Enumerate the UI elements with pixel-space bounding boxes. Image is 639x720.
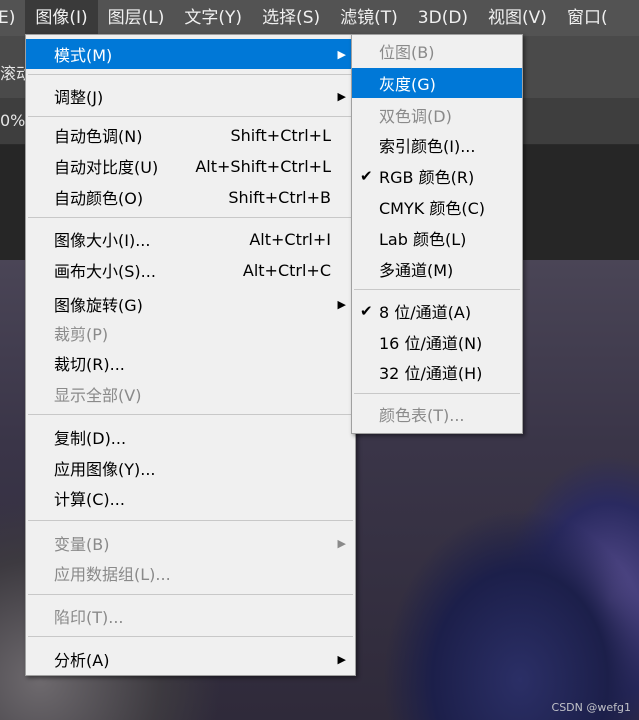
submenu-item-label: RGB 颜色(R)	[379, 168, 475, 187]
menu-item-image-size[interactable]: 图像大小(I)... Alt+Ctrl+I	[26, 224, 355, 254]
submenu-item-8bit[interactable]: ✔ 8 位/通道(A)	[352, 296, 522, 326]
menu-item-label: 调整(J)	[54, 88, 104, 107]
app-menubar: E) 图像(I) 图层(L) 文字(Y) 选择(S) 滤镜(T) 3D(D) 视…	[0, 0, 639, 36]
menu-item-shortcut: Alt+Ctrl+C	[242, 260, 331, 280]
submenu-item-label: 位图(B)	[379, 43, 435, 62]
menu-item-label: 应用图像(Y)...	[54, 460, 156, 479]
menubar-item-select[interactable]: 选择(S)	[252, 0, 330, 36]
menu-item-analysis[interactable]: 分析(A) ▶	[26, 644, 355, 674]
menu-item-shortcut: Shift+Ctrl+L	[230, 125, 331, 145]
submenu-item-label: 灰度(G)	[379, 75, 436, 94]
menu-item-canvas-size[interactable]: 画布大小(S)... Alt+Ctrl+C	[26, 255, 355, 285]
menu-item-label: 模式(M)	[54, 46, 113, 65]
menu-item-label: 复制(D)...	[54, 429, 127, 448]
submenu-item-label: CMYK 颜色(C)	[379, 199, 485, 218]
menu-item-shortcut: Shift+Ctrl+B	[228, 187, 331, 207]
menu-separator	[28, 636, 353, 637]
menu-separator	[28, 116, 353, 117]
menubar-item-layer[interactable]: 图层(L)	[98, 0, 175, 36]
submenu-item-label: 双色调(D)	[379, 107, 452, 126]
menu-separator	[28, 217, 353, 218]
menu-item-label: 应用数据组(L)...	[54, 565, 171, 584]
menubar-item-view[interactable]: 视图(V)	[478, 0, 557, 36]
submenu-item-multichannel[interactable]: 多通道(M)	[352, 254, 522, 284]
menu-item-auto-tone[interactable]: 自动色调(N) Shift+Ctrl+L	[26, 120, 355, 150]
menu-item-label: 计算(C)...	[54, 490, 125, 509]
menu-item-auto-color[interactable]: 自动颜色(O) Shift+Ctrl+B	[26, 182, 355, 212]
submenu-arrow-icon: ▶	[337, 297, 346, 311]
menu-item-trim[interactable]: 裁切(R)...	[26, 348, 355, 378]
menu-item-label: 图像大小(I)...	[54, 231, 151, 250]
menu-item-auto-contrast[interactable]: 自动对比度(U) Alt+Shift+Ctrl+L	[26, 151, 355, 181]
menu-separator	[28, 74, 353, 75]
menu-separator	[354, 393, 520, 394]
check-icon: ✔	[360, 302, 373, 320]
menu-item-label: 变量(B)	[54, 535, 110, 554]
submenu-arrow-icon: ▶	[337, 652, 346, 666]
menu-item-label: 显示全部(V)	[54, 386, 142, 405]
submenu-item-rgb-color[interactable]: ✔ RGB 颜色(R)	[352, 161, 522, 191]
menu-item-label: 分析(A)	[54, 651, 110, 670]
submenu-item-label: Lab 颜色(L)	[379, 230, 467, 249]
menu-item-trap[interactable]: 陷印(T)...	[26, 601, 355, 631]
menu-item-image-rotation[interactable]: 图像旋转(G) ▶	[26, 289, 355, 319]
menu-item-shortcut: Alt+Shift+Ctrl+L	[195, 156, 331, 176]
menubar-item-3d[interactable]: 3D(D)	[408, 0, 478, 36]
menu-item-label: 画布大小(S)...	[54, 262, 156, 281]
submenu-item-indexed-color[interactable]: 索引颜色(I)...	[352, 130, 522, 160]
submenu-item-duotone[interactable]: 双色调(D)	[352, 100, 522, 130]
menu-item-apply-data-set[interactable]: 应用数据组(L)...	[26, 558, 355, 588]
menubar-item-image[interactable]: 图像(I)	[25, 0, 98, 36]
menu-item-label: 陷印(T)...	[54, 608, 124, 627]
menu-separator	[354, 289, 520, 290]
menu-item-variables[interactable]: 变量(B) ▶	[26, 528, 355, 558]
menubar-item-window[interactable]: 窗口(	[557, 0, 618, 36]
submenu-item-label: 颜色表(T)...	[379, 406, 465, 425]
submenu-item-label: 32 位/通道(H)	[379, 364, 483, 383]
menubar-item-type[interactable]: 文字(Y)	[174, 0, 252, 36]
menu-item-adjustments[interactable]: 调整(J) ▶	[26, 81, 355, 111]
menu-item-calculations[interactable]: 计算(C)...	[26, 483, 355, 513]
submenu-item-grayscale[interactable]: 灰度(G)	[352, 68, 522, 98]
menubar-item-edit[interactable]: E)	[0, 0, 25, 36]
menu-item-label: 自动对比度(U)	[54, 158, 159, 177]
submenu-item-32bit[interactable]: 32 位/通道(H)	[352, 357, 522, 387]
menu-item-reveal-all[interactable]: 显示全部(V)	[26, 379, 355, 409]
submenu-item-16bit[interactable]: 16 位/通道(N)	[352, 327, 522, 357]
submenu-item-label: 索引颜色(I)...	[379, 137, 476, 156]
submenu-item-cmyk-color[interactable]: CMYK 颜色(C)	[352, 192, 522, 222]
menu-item-apply-image[interactable]: 应用图像(Y)...	[26, 453, 355, 483]
submenu-arrow-icon: ▶	[337, 89, 346, 103]
menu-item-crop[interactable]: 裁剪(P)	[26, 318, 355, 348]
submenu-item-bitmap[interactable]: 位图(B)	[352, 36, 522, 66]
menu-item-label: 自动颜色(O)	[54, 189, 144, 208]
submenu-arrow-icon: ▶	[337, 536, 346, 550]
submenu-item-lab-color[interactable]: Lab 颜色(L)	[352, 223, 522, 253]
check-icon: ✔	[360, 167, 373, 185]
menu-separator	[28, 414, 353, 415]
menu-item-label: 图像旋转(G)	[54, 296, 143, 315]
menu-item-mode[interactable]: 模式(M) ▶	[26, 39, 355, 69]
submenu-item-label: 16 位/通道(N)	[379, 334, 483, 353]
watermark: CSDN @wefg1	[551, 701, 631, 714]
menu-separator	[28, 520, 353, 521]
menu-separator	[28, 594, 353, 595]
submenu-item-label: 8 位/通道(A)	[379, 303, 472, 322]
menu-item-label: 自动色调(N)	[54, 127, 143, 146]
submenu-item-color-table[interactable]: 颜色表(T)...	[352, 399, 522, 429]
menu-item-duplicate[interactable]: 复制(D)...	[26, 422, 355, 452]
image-menu: 模式(M) ▶ 调整(J) ▶ 自动色调(N) Shift+Ctrl+L 自动对…	[25, 34, 356, 676]
menubar-item-filter[interactable]: 滤镜(T)	[330, 0, 408, 36]
menu-item-label: 裁切(R)...	[54, 355, 125, 374]
mode-submenu: 位图(B) 灰度(G) 双色调(D) 索引颜色(I)... ✔ RGB 颜色(R…	[351, 34, 523, 434]
menu-item-shortcut: Alt+Ctrl+I	[249, 229, 331, 249]
menu-item-label: 裁剪(P)	[54, 325, 109, 344]
submenu-item-label: 多通道(M)	[379, 261, 454, 280]
submenu-arrow-icon: ▶	[337, 47, 346, 61]
